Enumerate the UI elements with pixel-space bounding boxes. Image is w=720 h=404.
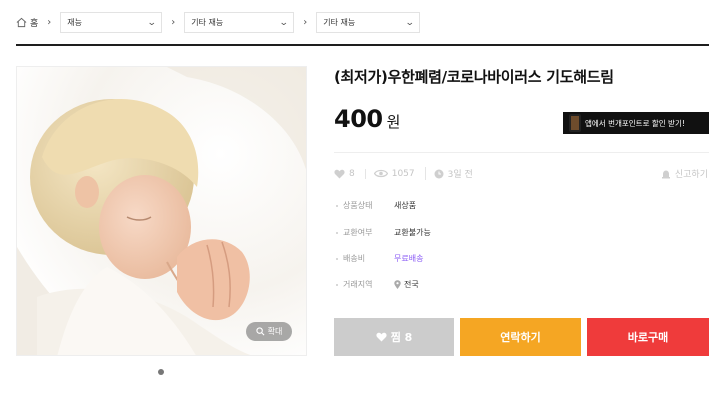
breadcrumb-separator: › [171,17,176,28]
contact-button[interactable]: 연락하기 [460,318,581,356]
category-select-label: 기타 재능 [323,18,356,27]
chevron-down-icon: ⌄ [404,17,415,28]
eye-icon [373,169,388,178]
info-row-exchange: 교환여부 교환불가능 [336,227,431,238]
info-label: 상품상태 [336,200,394,211]
praying-child-illustration [17,67,306,355]
section-divider [334,152,709,153]
price-unit: 원 [386,113,401,131]
home-icon [16,17,27,28]
info-row-region: 거래지역 전국 [336,279,419,290]
posted-time-value: 3일 전 [447,170,473,180]
info-value: 교환불가능 [394,228,431,237]
info-value: 새상품 [394,201,417,210]
breadcrumb-home[interactable]: 홈 [16,16,38,29]
carousel-indicator[interactable] [158,369,164,375]
zoom-button[interactable]: 확대 [246,322,292,341]
category-select-1[interactable]: 재능 ⌄ [60,12,163,33]
like-count: 8 [334,169,355,179]
info-row-shipping: 배송비 무료배송 [336,253,423,264]
siren-icon [661,170,670,178]
wishlist-button[interactable]: 찜 8 [334,318,454,356]
product-price: 400 원 [334,105,400,133]
category-select-label: 기타 재능 [191,18,224,27]
phone-icon [569,114,581,132]
info-label: 거래지역 [336,279,394,290]
category-select-3[interactable]: 기타 재능 ⌄ [316,12,421,33]
info-value: 무료배송 [394,254,424,263]
product-title: (최저가)우한폐렴/코로나바이러스 기도해드림 [334,68,614,86]
price-value: 400 [334,105,383,133]
app-discount-banner[interactable]: 앱에서 번개포인트로 할인 받기! [563,112,709,134]
breadcrumb-separator: › [303,17,308,28]
product-image[interactable]: 확대 [16,66,307,356]
info-row-condition: 상품상태 새상품 [336,200,416,211]
info-value-region: 전국 [394,279,419,290]
chevron-down-icon: ⌄ [146,17,157,28]
search-icon [255,327,265,336]
report-button[interactable]: 신고하기 [661,167,708,180]
wishlist-label: 찜 8 [390,331,413,344]
breadcrumb-separator: › [47,17,52,28]
buy-now-button[interactable]: 바로구매 [587,318,709,356]
heart-icon [376,332,387,342]
product-stats: 8 1057 3일 전 [334,167,483,180]
view-count: 1057 [364,168,415,179]
clock-icon [434,169,444,178]
chevron-down-icon: ⌄ [278,17,289,28]
info-label: 교환여부 [336,227,394,238]
report-label: 신고하기 [674,170,708,180]
region-value: 전국 [404,280,419,289]
header-divider [16,44,709,46]
like-count-value: 8 [349,168,355,179]
info-label: 배송비 [336,253,394,264]
category-select-2[interactable]: 기타 재능 ⌄ [184,12,295,33]
home-label: 홈 [30,19,39,29]
posted-time: 3일 전 [424,167,473,180]
app-banner-text: 앱에서 번개포인트로 할인 받기! [585,118,685,128]
category-select-label: 재능 [67,18,83,27]
zoom-label: 확대 [267,327,283,336]
map-pin-icon [394,280,401,289]
breadcrumb: 홈 › 재능 ⌄ › 기타 재능 ⌄ › 기타 재능 ⌄ [16,12,424,33]
view-count-value: 1057 [391,168,415,179]
heart-icon [334,169,345,179]
